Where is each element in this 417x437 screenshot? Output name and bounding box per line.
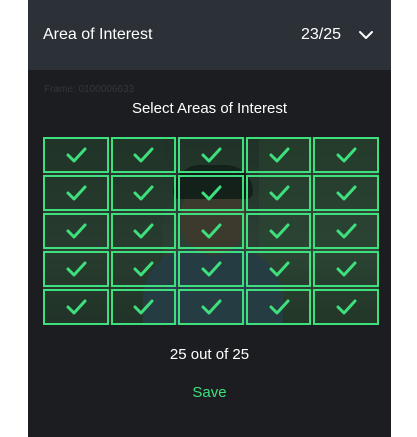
grid-cell[interactable] <box>110 137 177 173</box>
check-icon <box>66 185 87 201</box>
grid-cell[interactable] <box>313 137 379 173</box>
check-icon <box>66 147 87 163</box>
check-icon <box>201 299 222 315</box>
panel-title: Area of Interest <box>43 26 153 43</box>
grid-cell[interactable] <box>245 251 312 287</box>
check-icon <box>336 299 357 315</box>
grid-cell[interactable] <box>245 213 312 249</box>
grid-cell[interactable] <box>245 289 312 325</box>
grid-cell[interactable] <box>178 175 244 211</box>
save-button[interactable]: Save <box>28 384 391 401</box>
check-icon <box>269 261 290 277</box>
grid-cell[interactable] <box>245 175 312 211</box>
check-icon <box>336 261 357 277</box>
grid-cell[interactable] <box>43 175 109 211</box>
grid-cell[interactable] <box>110 175 177 211</box>
grid-cell[interactable] <box>178 289 244 325</box>
panel-header[interactable]: Area of Interest 23/25 <box>28 0 391 70</box>
check-icon <box>201 261 222 277</box>
check-icon <box>269 147 290 163</box>
grid-cell[interactable] <box>313 175 379 211</box>
grid-cell[interactable] <box>43 289 109 325</box>
check-icon <box>133 147 154 163</box>
frame-label: Frame: 0100006633 <box>44 84 135 95</box>
check-icon <box>66 299 87 315</box>
check-icon <box>201 185 222 201</box>
area-of-interest-panel: Area of Interest 23/25 Frame: 0100006633… <box>28 0 391 437</box>
check-icon <box>269 185 290 201</box>
grid-cell[interactable] <box>110 289 177 325</box>
check-icon <box>133 261 154 277</box>
grid-cell[interactable] <box>313 251 379 287</box>
check-icon <box>133 223 154 239</box>
selection-count: 25 out of 25 <box>169 346 250 363</box>
grid-cell[interactable] <box>110 213 177 249</box>
grid-cell[interactable] <box>43 213 109 249</box>
check-icon <box>269 223 290 239</box>
check-icon <box>66 223 87 239</box>
check-icon <box>66 261 87 277</box>
check-icon <box>133 185 154 201</box>
check-icon <box>336 185 357 201</box>
grid-cell[interactable] <box>178 137 244 173</box>
grid-cell[interactable] <box>178 213 244 249</box>
grid-cell[interactable] <box>178 251 244 287</box>
check-icon <box>201 223 222 239</box>
grid-cell[interactable] <box>313 213 379 249</box>
grid-cell[interactable] <box>245 137 312 173</box>
check-icon <box>336 223 357 239</box>
check-icon <box>336 147 357 163</box>
grid-cell[interactable] <box>313 289 379 325</box>
section-title: Select Areas of Interest <box>131 100 288 117</box>
chevron-down-icon[interactable] <box>357 26 375 44</box>
grid-cell[interactable] <box>43 251 109 287</box>
check-icon <box>269 299 290 315</box>
check-icon <box>201 147 222 163</box>
grid-cell[interactable] <box>110 251 177 287</box>
grid-cell[interactable] <box>43 137 109 173</box>
check-icon <box>133 299 154 315</box>
panel-count: 23/25 <box>300 26 341 43</box>
area-grid <box>43 137 379 325</box>
